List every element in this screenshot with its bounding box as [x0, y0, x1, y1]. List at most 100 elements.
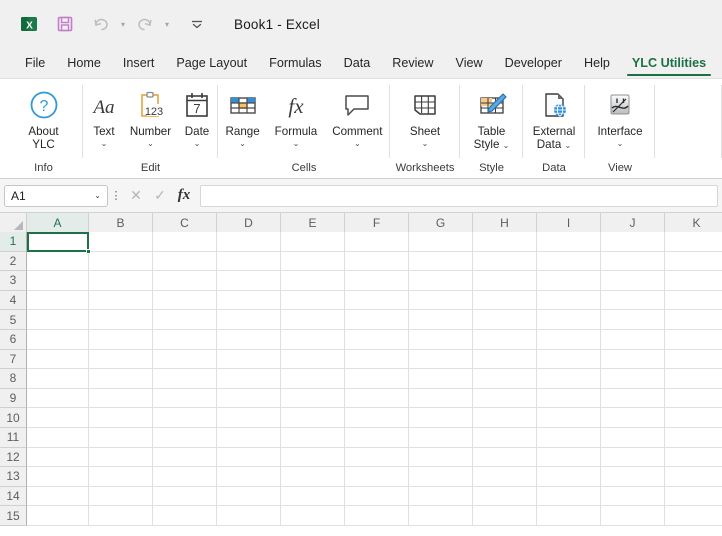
cancel-x-icon[interactable]: ✕: [124, 184, 148, 208]
cell-K5[interactable]: [665, 310, 722, 330]
cell-A7[interactable]: [27, 349, 89, 370]
cell-B15[interactable]: [89, 506, 153, 526]
sheet-dropdown-icon[interactable]: ⌄: [422, 139, 429, 148]
cell-B6[interactable]: [89, 329, 153, 350]
external-data-button[interactable]: External Data ⌄: [529, 85, 580, 152]
table-style-dropdown-icon[interactable]: ⌄: [503, 141, 510, 150]
cell-D6[interactable]: [217, 329, 281, 350]
tab-ylc-utilities[interactable]: YLC Utilities: [621, 48, 717, 78]
cell-B3[interactable]: [89, 271, 153, 291]
cell-I13[interactable]: [537, 467, 601, 487]
cell-J12[interactable]: [601, 447, 665, 468]
cell-A2[interactable]: [27, 251, 89, 272]
cell-I12[interactable]: [537, 447, 601, 468]
cell-C2[interactable]: [153, 251, 217, 272]
range-button[interactable]: Range ⌄: [222, 85, 264, 148]
cell-F13[interactable]: [345, 467, 409, 487]
cell-C14[interactable]: [153, 486, 217, 507]
cell-A9[interactable]: [27, 388, 89, 409]
cell-H1[interactable]: [473, 232, 537, 252]
tab-page-layout[interactable]: Page Layout: [165, 48, 258, 78]
cell-E2[interactable]: [281, 251, 345, 272]
cell-H7[interactable]: [473, 349, 537, 370]
tab-insert[interactable]: Insert: [112, 48, 166, 78]
enter-check-icon[interactable]: ✓: [148, 184, 172, 208]
external-data-dropdown-icon[interactable]: ⌄: [565, 141, 572, 150]
cell-B14[interactable]: [89, 486, 153, 507]
tab-formulas[interactable]: Formulas: [258, 48, 332, 78]
cell-A6[interactable]: [27, 329, 89, 350]
cell-H14[interactable]: [473, 486, 537, 507]
cell-D8[interactable]: [217, 369, 281, 389]
cell-E1[interactable]: [281, 232, 345, 252]
cell-I1[interactable]: [537, 232, 601, 252]
cell-D2[interactable]: [217, 251, 281, 272]
cell-C9[interactable]: [153, 388, 217, 409]
tab-developer[interactable]: Developer: [494, 48, 573, 78]
cell-H15[interactable]: [473, 506, 537, 526]
cell-K13[interactable]: [665, 467, 722, 487]
cell-H12[interactable]: [473, 447, 537, 468]
cell-B10[interactable]: [89, 408, 153, 428]
interface-dropdown-icon[interactable]: ⌄: [617, 139, 624, 148]
cell-C3[interactable]: [153, 271, 217, 291]
cell-C4[interactable]: [153, 290, 217, 311]
cell-E6[interactable]: [281, 329, 345, 350]
cell-C15[interactable]: [153, 506, 217, 526]
column-header-j[interactable]: J: [601, 213, 665, 232]
cell-E4[interactable]: [281, 290, 345, 311]
cell-F15[interactable]: [345, 506, 409, 526]
cell-D10[interactable]: [217, 408, 281, 428]
cell-J14[interactable]: [601, 486, 665, 507]
cell-H6[interactable]: [473, 329, 537, 350]
cell-J9[interactable]: [601, 388, 665, 409]
date-button[interactable]: 7 Date ⌄: [177, 85, 217, 148]
comment-dropdown-icon[interactable]: ⌄: [354, 139, 361, 148]
cell-F10[interactable]: [345, 408, 409, 428]
row-header-1[interactable]: 1: [0, 232, 27, 252]
name-box[interactable]: A1 ⌄: [4, 184, 108, 207]
cell-C8[interactable]: [153, 369, 217, 389]
cell-G6[interactable]: [409, 329, 473, 350]
row-header-10[interactable]: 10: [0, 408, 27, 428]
about-ylc-button[interactable]: ? About YLC: [24, 85, 64, 151]
cell-H5[interactable]: [473, 310, 537, 330]
cell-E5[interactable]: [281, 310, 345, 330]
cell-F2[interactable]: [345, 251, 409, 272]
cell-J3[interactable]: [601, 271, 665, 291]
cell-K14[interactable]: [665, 487, 722, 507]
column-header-g[interactable]: G: [409, 213, 473, 232]
insert-function-icon[interactable]: fx: [172, 184, 196, 208]
cell-C13[interactable]: [153, 467, 217, 487]
cell-D9[interactable]: [217, 388, 281, 409]
cell-I10[interactable]: [537, 408, 601, 428]
tab-data[interactable]: Data: [333, 48, 382, 78]
column-header-b[interactable]: B: [89, 213, 153, 232]
save-icon[interactable]: [50, 9, 80, 39]
cell-D11[interactable]: [217, 427, 281, 448]
cell-G12[interactable]: [409, 447, 473, 468]
cell-B13[interactable]: [89, 467, 153, 487]
cell-B5[interactable]: [89, 310, 153, 330]
column-header-c[interactable]: C: [153, 213, 217, 232]
cell-B9[interactable]: [89, 388, 153, 409]
cell-H2[interactable]: [473, 251, 537, 272]
cell-F11[interactable]: [345, 427, 409, 448]
cell-H11[interactable]: [473, 427, 537, 448]
cell-G15[interactable]: [409, 506, 473, 526]
cell-C6[interactable]: [153, 329, 217, 350]
cell-E8[interactable]: [281, 369, 345, 389]
formula-button[interactable]: fx Formula ⌄: [271, 85, 322, 148]
cell-B11[interactable]: [89, 427, 153, 448]
text-button[interactable]: Aa Text ⌄: [84, 85, 124, 148]
column-header-f[interactable]: F: [345, 213, 409, 232]
chevron-down-icon[interactable]: ⌄: [94, 191, 101, 200]
cell-C5[interactable]: [153, 310, 217, 330]
cell-G14[interactable]: [409, 486, 473, 507]
cell-F3[interactable]: [345, 271, 409, 291]
cell-I15[interactable]: [537, 506, 601, 526]
row-header-5[interactable]: 5: [0, 310, 27, 330]
cell-I7[interactable]: [537, 349, 601, 370]
row-header-8[interactable]: 8: [0, 369, 27, 389]
row-header-15[interactable]: 15: [0, 506, 27, 526]
